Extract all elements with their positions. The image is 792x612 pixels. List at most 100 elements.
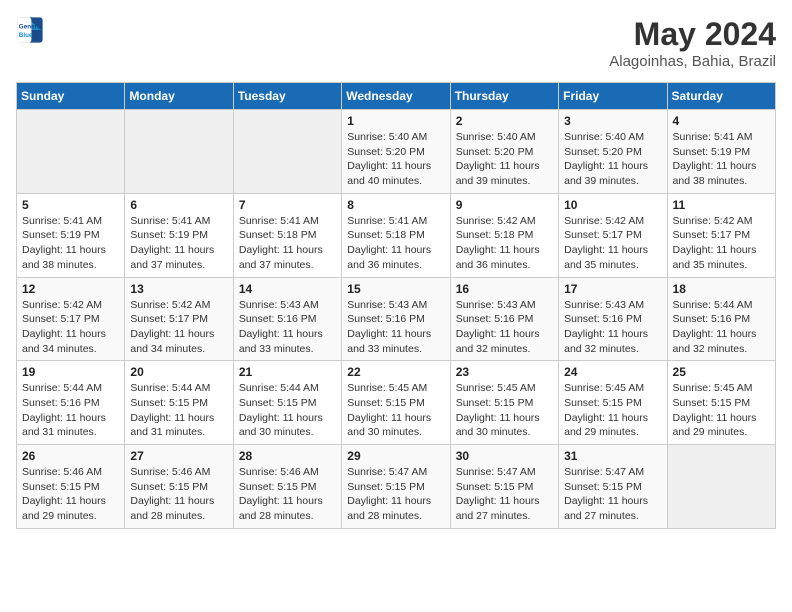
day-info: Sunrise: 5:42 AM Sunset: 5:18 PM Dayligh… xyxy=(456,214,553,273)
day-number: 16 xyxy=(456,282,553,296)
day-number: 12 xyxy=(22,282,119,296)
day-info: Sunrise: 5:44 AM Sunset: 5:15 PM Dayligh… xyxy=(130,381,227,440)
calendar-cell: 31 Sunrise: 5:47 AM Sunset: 5:15 PM Dayli… xyxy=(559,445,667,529)
day-number: 1 xyxy=(347,114,444,128)
day-number: 4 xyxy=(673,114,770,128)
day-number: 29 xyxy=(347,449,444,463)
col-tuesday: Tuesday xyxy=(233,83,341,110)
calendar-cell: 17 Sunrise: 5:43 AM Sunset: 5:16 PM Dayli… xyxy=(559,277,667,361)
calendar-cell: 9Sunrise: 5:42 AM Sunset: 5:18 PM Daylig… xyxy=(450,193,558,277)
logo: General Blue xyxy=(16,16,44,44)
calendar-cell: 18Sunrise: 5:44 AM Sunset: 5:16 PM Dayli… xyxy=(667,277,775,361)
day-number: 28 xyxy=(239,449,336,463)
day-info: Sunrise: 5:46 AM Sunset: 5:15 PM Dayligh… xyxy=(130,465,227,524)
calendar-cell xyxy=(125,110,233,194)
day-info: Sunrise: 5:40 AM Sunset: 5:20 PM Dayligh… xyxy=(347,130,444,189)
day-info: Sunrise: 5:44 AM Sunset: 5:15 PM Dayligh… xyxy=(239,381,336,440)
svg-text:General: General xyxy=(19,24,43,31)
page-header: General Blue May 2024 Alagoinhas, Bahia,… xyxy=(16,16,776,70)
day-info: Sunrise: 5:41 AM Sunset: 5:18 PM Dayligh… xyxy=(347,214,444,273)
day-info: Sunrise: 5:43 AM Sunset: 5:16 PM Dayligh… xyxy=(239,298,336,357)
calendar-cell: 21 Sunrise: 5:44 AM Sunset: 5:15 PM Dayli… xyxy=(233,361,341,445)
day-info: Sunrise: 5:40 AM Sunset: 5:20 PM Dayligh… xyxy=(456,130,553,189)
month-title: May 2024 xyxy=(609,16,776,53)
day-info: Sunrise: 5:43 AM Sunset: 5:16 PM Dayligh… xyxy=(564,298,661,357)
logo-icon: General Blue xyxy=(16,16,44,44)
calendar-cell: 22Sunrise: 5:45 AM Sunset: 5:15 PM Dayli… xyxy=(342,361,450,445)
calendar-cell: 12Sunrise: 5:42 AM Sunset: 5:17 PM Dayli… xyxy=(17,277,125,361)
day-number: 27 xyxy=(130,449,227,463)
day-number: 3 xyxy=(564,114,661,128)
day-number: 15 xyxy=(347,282,444,296)
day-info: Sunrise: 5:45 AM Sunset: 5:15 PM Dayligh… xyxy=(456,381,553,440)
col-thursday: Thursday xyxy=(450,83,558,110)
calendar-cell: 5 Sunrise: 5:41 AM Sunset: 5:19 PM Daylig… xyxy=(17,193,125,277)
day-number: 25 xyxy=(673,365,770,379)
calendar-cell: 10 Sunrise: 5:42 AM Sunset: 5:17 PM Dayli… xyxy=(559,193,667,277)
calendar-cell: 2 Sunrise: 5:40 AM Sunset: 5:20 PM Daylig… xyxy=(450,110,558,194)
day-info: Sunrise: 5:45 AM Sunset: 5:15 PM Dayligh… xyxy=(564,381,661,440)
day-number: 24 xyxy=(564,365,661,379)
calendar-cell: 26Sunrise: 5:46 AM Sunset: 5:15 PM Dayli… xyxy=(17,445,125,529)
day-number: 31 xyxy=(564,449,661,463)
calendar-cell xyxy=(233,110,341,194)
day-number: 2 xyxy=(456,114,553,128)
day-number: 22 xyxy=(347,365,444,379)
svg-text:Blue: Blue xyxy=(19,32,33,39)
calendar-cell: 1 Sunrise: 5:40 AM Sunset: 5:20 PM Daylig… xyxy=(342,110,450,194)
day-number: 8 xyxy=(347,198,444,212)
calendar-table: Sunday Monday Tuesday Wednesday Thursday… xyxy=(16,82,776,529)
calendar-cell: 30 Sunrise: 5:47 AM Sunset: 5:15 PM Dayli… xyxy=(450,445,558,529)
day-info: Sunrise: 5:47 AM Sunset: 5:15 PM Dayligh… xyxy=(564,465,661,524)
day-info: Sunrise: 5:41 AM Sunset: 5:19 PM Dayligh… xyxy=(22,214,119,273)
calendar-cell: 19 Sunrise: 5:44 AM Sunset: 5:16 PM Dayli… xyxy=(17,361,125,445)
day-number: 11 xyxy=(673,198,770,212)
calendar-cell: 29 Sunrise: 5:47 AM Sunset: 5:15 PM Dayli… xyxy=(342,445,450,529)
day-number: 5 xyxy=(22,198,119,212)
day-number: 10 xyxy=(564,198,661,212)
day-info: Sunrise: 5:41 AM Sunset: 5:19 PM Dayligh… xyxy=(130,214,227,273)
day-number: 20 xyxy=(130,365,227,379)
day-number: 19 xyxy=(22,365,119,379)
day-info: Sunrise: 5:47 AM Sunset: 5:15 PM Dayligh… xyxy=(347,465,444,524)
calendar-week-5: 26Sunrise: 5:46 AM Sunset: 5:15 PM Dayli… xyxy=(17,445,776,529)
calendar-week-2: 5 Sunrise: 5:41 AM Sunset: 5:19 PM Daylig… xyxy=(17,193,776,277)
day-number: 23 xyxy=(456,365,553,379)
calendar-header-row: Sunday Monday Tuesday Wednesday Thursday… xyxy=(17,83,776,110)
col-wednesday: Wednesday xyxy=(342,83,450,110)
calendar-week-4: 19 Sunrise: 5:44 AM Sunset: 5:16 PM Dayli… xyxy=(17,361,776,445)
day-number: 6 xyxy=(130,198,227,212)
col-saturday: Saturday xyxy=(667,83,775,110)
day-number: 30 xyxy=(456,449,553,463)
day-number: 14 xyxy=(239,282,336,296)
calendar-week-1: 1 Sunrise: 5:40 AM Sunset: 5:20 PM Daylig… xyxy=(17,110,776,194)
day-info: Sunrise: 5:42 AM Sunset: 5:17 PM Dayligh… xyxy=(673,214,770,273)
calendar-cell: 28Sunrise: 5:46 AM Sunset: 5:15 PM Dayli… xyxy=(233,445,341,529)
col-friday: Friday xyxy=(559,83,667,110)
day-number: 13 xyxy=(130,282,227,296)
col-monday: Monday xyxy=(125,83,233,110)
day-info: Sunrise: 5:46 AM Sunset: 5:15 PM Dayligh… xyxy=(22,465,119,524)
calendar-cell: 27 Sunrise: 5:46 AM Sunset: 5:15 PM Dayli… xyxy=(125,445,233,529)
calendar-cell: 6 Sunrise: 5:41 AM Sunset: 5:19 PM Daylig… xyxy=(125,193,233,277)
day-info: Sunrise: 5:44 AM Sunset: 5:16 PM Dayligh… xyxy=(22,381,119,440)
calendar-cell xyxy=(667,445,775,529)
day-info: Sunrise: 5:40 AM Sunset: 5:20 PM Dayligh… xyxy=(564,130,661,189)
title-block: May 2024 Alagoinhas, Bahia, Brazil xyxy=(609,16,776,70)
day-info: Sunrise: 5:41 AM Sunset: 5:18 PM Dayligh… xyxy=(239,214,336,273)
calendar-cell: 11 Sunrise: 5:42 AM Sunset: 5:17 PM Dayli… xyxy=(667,193,775,277)
calendar-cell: 3 Sunrise: 5:40 AM Sunset: 5:20 PM Daylig… xyxy=(559,110,667,194)
day-number: 17 xyxy=(564,282,661,296)
calendar-cell: 15Sunrise: 5:43 AM Sunset: 5:16 PM Dayli… xyxy=(342,277,450,361)
location-subtitle: Alagoinhas, Bahia, Brazil xyxy=(609,53,776,70)
calendar-cell: 13Sunrise: 5:42 AM Sunset: 5:17 PM Dayli… xyxy=(125,277,233,361)
day-number: 18 xyxy=(673,282,770,296)
day-info: Sunrise: 5:47 AM Sunset: 5:15 PM Dayligh… xyxy=(456,465,553,524)
calendar-cell: 20 Sunrise: 5:44 AM Sunset: 5:15 PM Dayli… xyxy=(125,361,233,445)
col-sunday: Sunday xyxy=(17,83,125,110)
calendar-cell: 23 Sunrise: 5:45 AM Sunset: 5:15 PM Dayli… xyxy=(450,361,558,445)
day-info: Sunrise: 5:42 AM Sunset: 5:17 PM Dayligh… xyxy=(564,214,661,273)
day-number: 7 xyxy=(239,198,336,212)
calendar-week-3: 12Sunrise: 5:42 AM Sunset: 5:17 PM Dayli… xyxy=(17,277,776,361)
day-number: 21 xyxy=(239,365,336,379)
